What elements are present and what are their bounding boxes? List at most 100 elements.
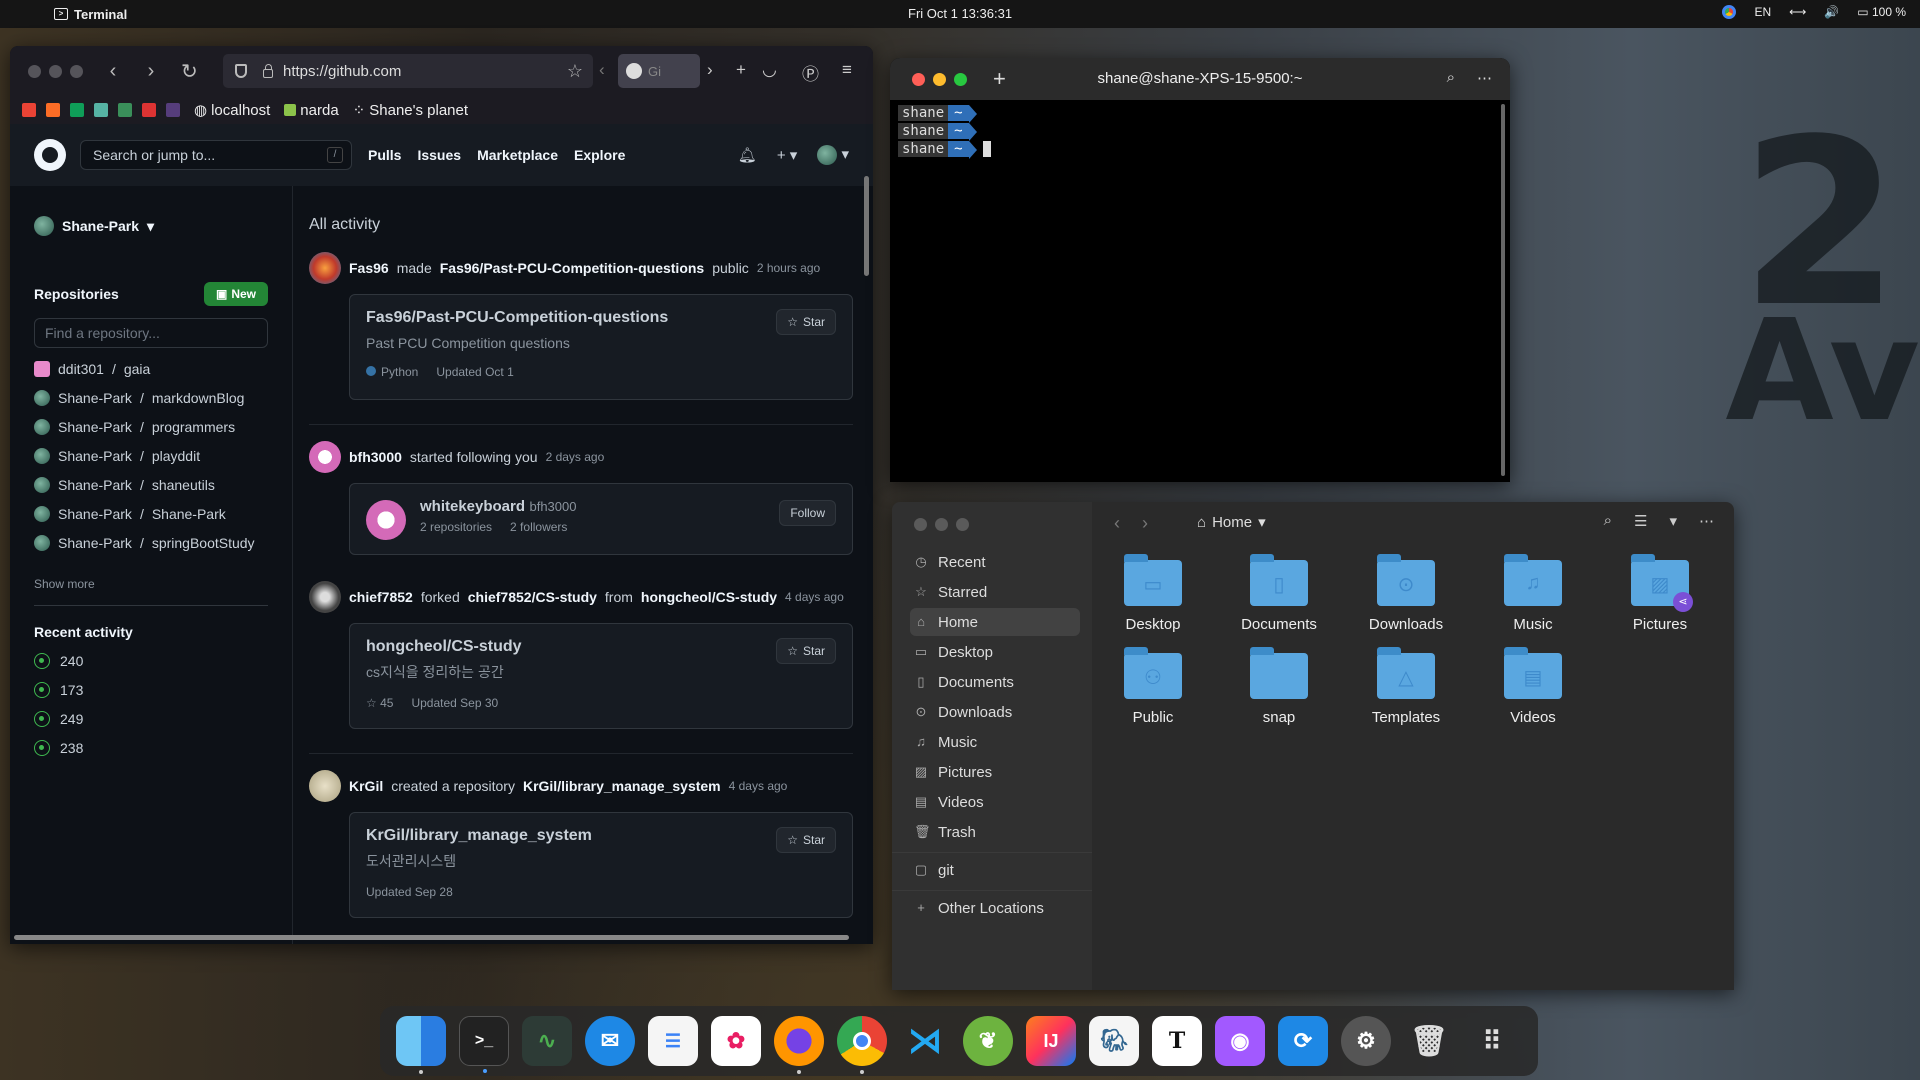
sidebar-item-downloads[interactable]: ⊙ Downloads — [910, 698, 1080, 726]
maximize-button[interactable] — [70, 64, 83, 78]
bookmark-shanes-planet[interactable]: ⁘ Shane's planet — [353, 101, 468, 120]
sidebar-item-documents[interactable]: ▯ Documents — [910, 668, 1080, 696]
terminal-output[interactable]: shane ~ shane ~ shane ~ — [890, 100, 1510, 162]
firefox-icon[interactable] — [774, 1016, 824, 1074]
extension-p-icon[interactable]: Ⓟ — [802, 60, 819, 85]
back-arrow-icon[interactable]: ‹ — [1114, 513, 1120, 534]
gmail-bookmark-icon[interactable] — [22, 103, 36, 117]
maximize-button[interactable] — [956, 518, 969, 531]
recent-activity-item[interactable]: 173 — [34, 682, 268, 698]
battery-indicator[interactable]: ▭ 100 % — [1857, 5, 1906, 19]
repo-card-name[interactable]: hongcheol/CS-study — [366, 638, 836, 656]
typora-icon[interactable]: T — [1152, 1016, 1202, 1066]
intellij-icon[interactable]: IJ — [1026, 1016, 1076, 1066]
bookmark-icon[interactable] — [118, 103, 132, 117]
nav-issues[interactable]: Issues — [417, 147, 461, 163]
user-menu[interactable]: ▾ — [817, 145, 849, 166]
bootstrap-bookmark-icon[interactable] — [166, 103, 180, 117]
actor-avatar[interactable] — [309, 770, 341, 802]
tab-scroll-right-icon[interactable]: › — [707, 60, 713, 80]
list-view-icon[interactable]: ☰ — [1634, 512, 1647, 530]
search-input[interactable]: Search or jump to... / — [80, 140, 352, 170]
app-grid-icon[interactable]: ⠿ — [1467, 1016, 1517, 1066]
repo-item[interactable]: ddit301 / gaia — [34, 361, 268, 377]
find-repository-input[interactable]: Find a repository... — [34, 318, 268, 348]
minimize-button[interactable] — [49, 64, 62, 78]
sidebar-item-recent[interactable]: ◷ Recent — [910, 548, 1080, 576]
chrome-tray-icon[interactable] — [1722, 5, 1737, 19]
chrome-icon[interactable] — [837, 1016, 887, 1074]
sidebar-item-home[interactable]: ⌂ Home — [910, 608, 1080, 636]
vertical-scrollbar[interactable] — [864, 176, 869, 276]
active-app-menu[interactable]: > Terminal — [54, 7, 127, 22]
repo-item[interactable]: Shane-Park / playddit — [34, 448, 268, 464]
sidebar-item-videos[interactable]: ▤ Videos — [910, 788, 1080, 816]
user-avatar[interactable] — [366, 500, 406, 540]
repo-item[interactable]: Shane-Park / springBootStudy — [34, 535, 268, 551]
nav-pulls[interactable]: Pulls — [368, 147, 401, 163]
clock[interactable]: Fri Oct 1 13:36:31 — [908, 6, 1012, 21]
lock-icon[interactable] — [263, 63, 273, 78]
forward-arrow-icon[interactable]: › — [1142, 513, 1148, 534]
repo-item[interactable]: Shane-Park / shaneutils — [34, 477, 268, 493]
back-arrow-icon[interactable]: ‹ — [105, 60, 121, 83]
sidebar-item-starred[interactable]: ☆ Starred — [910, 578, 1080, 606]
finder-icon[interactable] — [396, 1016, 446, 1074]
github-logo-icon[interactable] — [34, 139, 66, 171]
actor-avatar[interactable] — [309, 252, 341, 284]
folder-snap[interactable]: snap — [1224, 647, 1334, 726]
star-button[interactable]: ☆ Star — [776, 638, 836, 664]
show-more-link[interactable]: Show more — [34, 577, 268, 591]
hamburger-menu-icon[interactable]: ≡ — [842, 60, 852, 80]
bookmark-localhost[interactable]: ◍ localhost — [194, 101, 270, 120]
spring-tools-icon[interactable]: ❦ — [963, 1016, 1013, 1066]
actor-link[interactable]: KrGil — [349, 778, 383, 794]
folder-downloads[interactable]: ⊙ Downloads — [1351, 554, 1461, 633]
star-button[interactable]: ☆ Star — [776, 309, 836, 335]
target-link[interactable]: Fas96/Past-PCU-Competition-questions — [440, 260, 704, 276]
repo-card-name[interactable]: KrGil/library_manage_system — [366, 827, 836, 845]
actor-link[interactable]: chief7852 — [349, 589, 413, 605]
folder-music[interactable]: ♫ Music — [1478, 554, 1588, 633]
tab-scroll-left-icon[interactable]: ‹ — [599, 60, 605, 80]
target-link[interactable]: chief7852/CS-study — [468, 589, 597, 605]
trash-icon[interactable]: 🗑︎ — [1404, 1016, 1454, 1066]
search-icon[interactable]: ⌕ — [1447, 69, 1455, 87]
folder-documents[interactable]: ▯ Documents — [1224, 554, 1334, 633]
close-button[interactable] — [28, 64, 41, 78]
bookmark-icon[interactable] — [142, 103, 156, 117]
nav-explore[interactable]: Explore — [574, 147, 625, 163]
sidebar-item-trash[interactable]: 🗑︎ Trash — [910, 818, 1080, 846]
search-icon[interactable]: ⌕ — [1604, 512, 1612, 530]
star-button[interactable]: ☆ Star — [776, 827, 836, 853]
github-desktop-icon[interactable]: ◉ — [1215, 1016, 1265, 1066]
more-menu-icon[interactable]: ⋯ — [1699, 512, 1714, 530]
user-name[interactable]: whitekeyboard — [420, 498, 525, 515]
folder-public[interactable]: ⚇ Public — [1098, 647, 1208, 726]
actor-link[interactable]: Fas96 — [349, 260, 389, 276]
view-options-icon[interactable]: ▾ — [1669, 512, 1677, 530]
path-bar[interactable]: ⌂ Home ▾ — [1197, 513, 1266, 532]
actor-link[interactable]: bfh3000 — [349, 449, 402, 465]
new-repo-button[interactable]: ▣ New — [203, 282, 268, 306]
target-link[interactable]: KrGil/library_manage_system — [523, 778, 721, 794]
network-icon[interactable]: ⟷ — [1789, 5, 1806, 19]
stargazers[interactable]: ☆ 45 — [366, 696, 393, 710]
repo-item[interactable]: Shane-Park / markdownBlog — [34, 390, 268, 406]
bell-icon[interactable]: 🔔︎ — [738, 146, 757, 164]
url-text[interactable]: https://github.com — [283, 63, 401, 80]
follow-button[interactable]: Follow — [779, 500, 836, 526]
apple-menu-icon[interactable] — [16, 5, 34, 23]
upload-bookmark-icon[interactable] — [94, 103, 108, 117]
sidebar-item-desktop[interactable]: ▭ Desktop — [910, 638, 1080, 666]
context-switcher[interactable]: Shane-Park ▾ — [34, 216, 268, 236]
folder-pictures[interactable]: ▨ ⋖ Pictures — [1605, 554, 1715, 633]
sheets-bookmark-icon[interactable] — [70, 103, 84, 117]
new-tab-icon[interactable]: + — [736, 60, 746, 80]
nav-marketplace[interactable]: Marketplace — [477, 147, 558, 163]
repo-item[interactable]: Shane-Park / programmers — [34, 419, 268, 435]
shield-icon[interactable] — [235, 64, 247, 78]
bookmark-star-icon[interactable]: ☆ — [567, 61, 583, 82]
forward-arrow-icon[interactable]: › — [143, 60, 159, 83]
reload-icon[interactable]: ↻ — [181, 59, 198, 84]
